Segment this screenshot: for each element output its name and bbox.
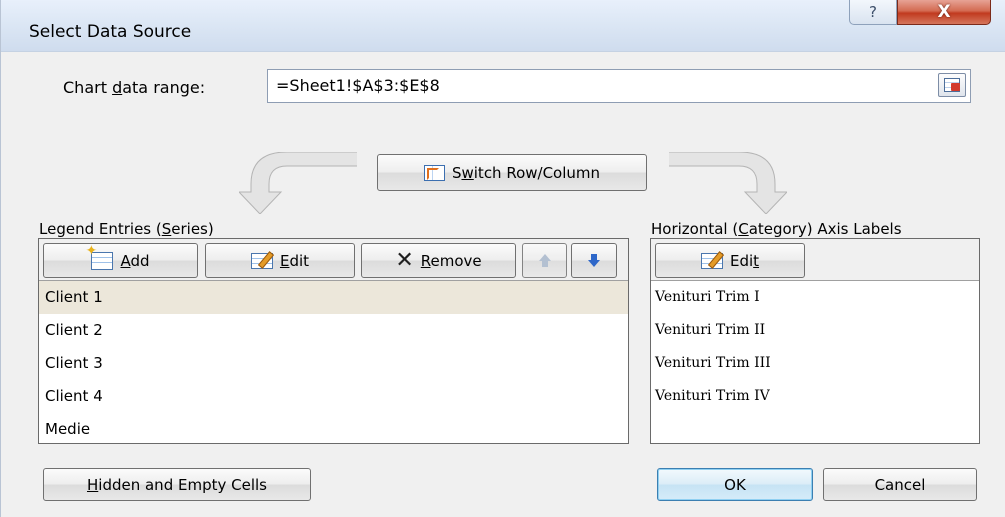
collapse-dialog-button[interactable]	[938, 73, 966, 97]
legend-entry-item[interactable]: Client 4	[39, 380, 628, 413]
legend-toolbar: Add Edit ✕ Remove	[39, 239, 628, 281]
legend-entry-item[interactable]: Client 2	[39, 314, 628, 347]
remove-series-button[interactable]: ✕ Remove	[361, 243, 516, 278]
axis-label-item: Venituri Trim I	[655, 289, 760, 305]
edit-axis-labels-button[interactable]: Edit	[655, 243, 805, 278]
remove-x-icon: ✕	[395, 247, 414, 273]
axis-toolbar: Edit	[651, 239, 979, 281]
switch-row-column-icon	[423, 164, 445, 181]
switch-row-column-label: Switch Row/Column	[451, 163, 601, 182]
title-bar: Select Data Source ? X	[1, 0, 1005, 52]
remove-series-label: Remove	[420, 251, 482, 270]
cancel-button[interactable]: Cancel	[823, 468, 977, 501]
switch-row-column-button[interactable]: Switch Row/Column	[377, 154, 647, 191]
hidden-and-empty-cells-label: Hidden and Empty Cells	[87, 475, 267, 494]
move-down-button[interactable]	[571, 243, 617, 278]
axis-label-item: Venituri Trim III	[655, 355, 771, 371]
add-series-button[interactable]: Add	[43, 243, 198, 278]
help-button[interactable]: ?	[849, 0, 897, 25]
chart-data-range-input[interactable]: =Sheet1!$A$3:$E$8	[267, 69, 971, 103]
legend-entry-item[interactable]: Medie	[39, 413, 628, 446]
ok-button[interactable]: OK	[657, 468, 813, 501]
edit-icon	[700, 252, 723, 269]
axis-label-item: Venituri Trim IV	[655, 388, 770, 404]
legend-entry-item[interactable]: Client 3	[39, 347, 628, 380]
edit-icon	[250, 252, 273, 269]
add-series-label: Add	[120, 251, 150, 270]
legend-entries-list: Client 1 Client 2 Client 3 Client 4 Medie	[39, 281, 628, 443]
edit-axis-labels-label: Edit	[729, 251, 760, 270]
legend-entries-label: Legend Entries (Series)	[39, 220, 214, 238]
curved-arrow-left-icon	[239, 152, 357, 214]
dialog-title: Select Data Source	[29, 22, 192, 42]
chart-data-range-value: =Sheet1!$A$3:$E$8	[276, 76, 440, 95]
legend-entry-item[interactable]: Client 1	[39, 281, 628, 314]
help-icon: ?	[869, 3, 877, 21]
add-series-icon	[85, 243, 114, 270]
edit-series-label: Edit	[279, 251, 310, 270]
chart-data-range-label: Chart data range:	[63, 78, 206, 97]
axis-labels-label: Horizontal (Category) Axis Labels	[651, 220, 902, 238]
legend-entries-panel: Add Edit ✕ Remove Client 1Client 2Client…	[38, 238, 629, 444]
collapse-dialog-marker	[951, 83, 960, 91]
curved-arrow-right-icon	[669, 152, 787, 214]
axis-labels-list: Venituri Trim I Venituri Trim II Venituri …	[651, 281, 979, 443]
hidden-and-empty-cells-button[interactable]: Hidden and Empty Cells	[43, 468, 311, 501]
move-down-arrow-icon	[587, 253, 601, 268]
move-up-arrow-icon	[538, 253, 552, 268]
edit-series-button[interactable]: Edit	[205, 243, 355, 278]
axis-label-item: Venituri Trim II	[655, 322, 766, 338]
close-icon: X	[937, 2, 951, 22]
close-button[interactable]: X	[897, 0, 991, 25]
move-up-button[interactable]	[522, 243, 567, 278]
select-data-source-dialog: Select Data Source ? X Chart data range:…	[0, 0, 1005, 517]
axis-labels-panel: Edit Venituri Trim I Venituri Trim II Veni…	[650, 238, 980, 444]
